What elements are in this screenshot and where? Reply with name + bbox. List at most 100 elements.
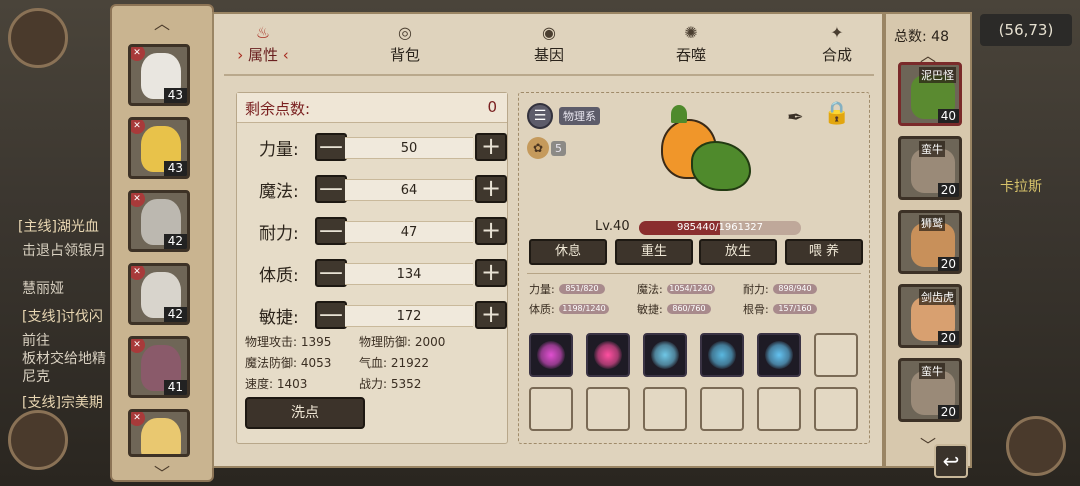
skill-slot-empty[interactable] — [529, 387, 573, 431]
bg-quest1-desc-b: 慧丽娅 — [22, 281, 64, 297]
return-icon[interactable]: ↩ — [934, 444, 968, 478]
stat-label: 体质: — [259, 266, 299, 286]
pet-slot-5[interactable]: 蛮牛 20 — [898, 358, 962, 422]
bottom-left-round-button[interactable] — [8, 410, 68, 470]
stat-value: 50 — [345, 137, 473, 159]
release-button[interactable]: 放生 — [699, 239, 777, 265]
exp-text: 985440/1961327 — [676, 222, 764, 233]
skill-slot[interactable] — [586, 333, 630, 377]
tab-label: 合成 — [821, 46, 852, 64]
skill-slot-empty[interactable] — [586, 387, 630, 431]
increase-button[interactable]: + — [475, 217, 507, 245]
feed-button[interactable]: 喂 养 — [785, 239, 863, 265]
decrease-button[interactable]: — — [315, 133, 347, 161]
list-icon[interactable]: ☰ — [527, 103, 553, 129]
skill-slot[interactable] — [757, 333, 801, 377]
rest-button[interactable]: 休息 — [529, 239, 607, 265]
pet-slot-1[interactable]: 泥巴怪 40 — [898, 62, 962, 126]
bottom-right-round-button[interactable] — [1006, 416, 1066, 476]
physical-defense: 物理防御: 2000 — [359, 335, 446, 349]
eye-icon: ◉ — [542, 23, 556, 42]
increase-button[interactable]: + — [475, 259, 507, 287]
stat-value: 64 — [345, 179, 473, 201]
growth-value: 1198/1240 — [559, 304, 609, 314]
increase-button[interactable]: + — [475, 301, 507, 329]
skill-slot[interactable] — [529, 333, 573, 377]
stat-label: 耐力: — [259, 224, 299, 244]
tab-gene[interactable]: ◉ 基因 — [514, 24, 584, 65]
decrease-button[interactable]: — — [315, 175, 347, 203]
hero-level: 43 — [163, 88, 187, 103]
map-coordinates: (56,73) — [980, 14, 1072, 46]
hero-badge-icon: ✕ — [131, 339, 145, 353]
leaf-icon — [671, 105, 687, 123]
increase-button[interactable]: + — [475, 133, 507, 161]
increase-button[interactable]: + — [475, 175, 507, 203]
hero-list-down-icon[interactable]: ﹀ — [112, 460, 212, 484]
pet-name: 蛮牛 — [919, 141, 945, 157]
hero-badge-icon: ✕ — [131, 266, 145, 280]
skill-slot-empty[interactable] — [814, 387, 858, 431]
lock-icon[interactable]: 🔒 — [823, 101, 853, 133]
hero-slot-6[interactable]: ✕ — [128, 409, 190, 457]
pink-vortex-skill-icon — [594, 341, 622, 369]
tab-attributes[interactable]: ♨ › 属性 ‹ — [228, 24, 298, 65]
growth-label: 敏捷: — [637, 303, 663, 316]
rebirth-button[interactable]: 重生 — [615, 239, 693, 265]
hero-slot-3[interactable]: ✕ 42 — [128, 190, 190, 252]
hero-level: 43 — [163, 161, 187, 176]
decrease-button[interactable]: — — [315, 217, 347, 245]
stat-row-strength: 力量: — 50 + — [237, 129, 507, 163]
pet-slot-3[interactable]: 狮鹫 20 — [898, 210, 962, 274]
skill-slot-empty[interactable] — [700, 387, 744, 431]
hero-slot-4[interactable]: ✕ 42 — [128, 263, 190, 325]
ice-shard-skill-icon — [651, 341, 679, 369]
remaining-points-row: 剩余点数: 0 — [237, 93, 507, 123]
skill-slot-empty[interactable] — [643, 387, 687, 431]
tab-label: 吞噬 — [675, 46, 706, 64]
decrease-button[interactable]: — — [315, 301, 347, 329]
pet-type-chip: 物理系 — [559, 107, 600, 125]
skill-slot[interactable] — [643, 333, 687, 377]
stat-label: 敏捷: — [259, 308, 299, 328]
skill-slot-empty[interactable] — [814, 333, 858, 377]
growth-label: 根骨: — [743, 303, 769, 316]
combat-power: 战力: 5352 — [359, 377, 422, 391]
skill-slot[interactable] — [700, 333, 744, 377]
hero-level: 42 — [163, 234, 187, 249]
decrease-button[interactable]: — — [315, 259, 347, 287]
tab-arrow-right: ‹ — [282, 46, 289, 64]
stat-row-endurance: 耐力: — 47 + — [237, 213, 507, 247]
tab-synthesis[interactable]: ✦ 合成 — [802, 24, 872, 65]
hero-list-up-icon[interactable]: ︿ — [112, 10, 212, 34]
growth-label: 魔法: — [637, 283, 663, 296]
paw-icon: ✿ — [527, 137, 549, 159]
skill-slot-empty[interactable] — [757, 387, 801, 431]
flame-icon: ♨ — [255, 23, 271, 42]
tab-bag[interactable]: ◎ 背包 — [370, 24, 440, 65]
pet-slot-2[interactable]: 蛮牛 20 — [898, 136, 962, 200]
growth-value: 898/940 — [773, 284, 817, 294]
bag-icon: ◎ — [398, 23, 412, 42]
physical-attack: 物理攻击: 1395 — [245, 335, 332, 349]
pet-level: 20 — [937, 257, 959, 271]
quill-icon[interactable]: ✒ — [787, 105, 813, 131]
bg-quest2-desc-c: 尼克 — [22, 369, 50, 385]
player-avatar[interactable] — [8, 8, 68, 68]
hero-slot-1[interactable]: ✕ 43 — [128, 44, 190, 106]
reset-points-button[interactable]: 洗点 — [245, 397, 365, 429]
bg-quest2-title[interactable]: [支线]讨伐闪 — [22, 306, 103, 326]
pet-level: Lv.40 — [595, 219, 630, 234]
pet-name: 泥巴怪 — [919, 67, 956, 83]
stat-value: 47 — [345, 221, 473, 243]
remaining-points-value: 0 — [487, 98, 497, 116]
hero-badge-icon: ✕ — [131, 120, 145, 134]
pet-slot-4[interactable]: 剑齿虎 20 — [898, 284, 962, 348]
bg-quest3-title[interactable]: [支线]宗美期 — [22, 392, 103, 412]
magic-defense: 魔法防御: 4053 — [245, 356, 332, 370]
tab-devour[interactable]: ✺ 吞噬 — [656, 24, 726, 65]
stat-value: 134 — [345, 263, 473, 285]
hero-slot-2[interactable]: ✕ 43 — [128, 117, 190, 179]
bg-quest1-title[interactable]: [主线]湖光血 — [18, 216, 99, 236]
hero-slot-5[interactable]: ✕ 41 — [128, 336, 190, 398]
